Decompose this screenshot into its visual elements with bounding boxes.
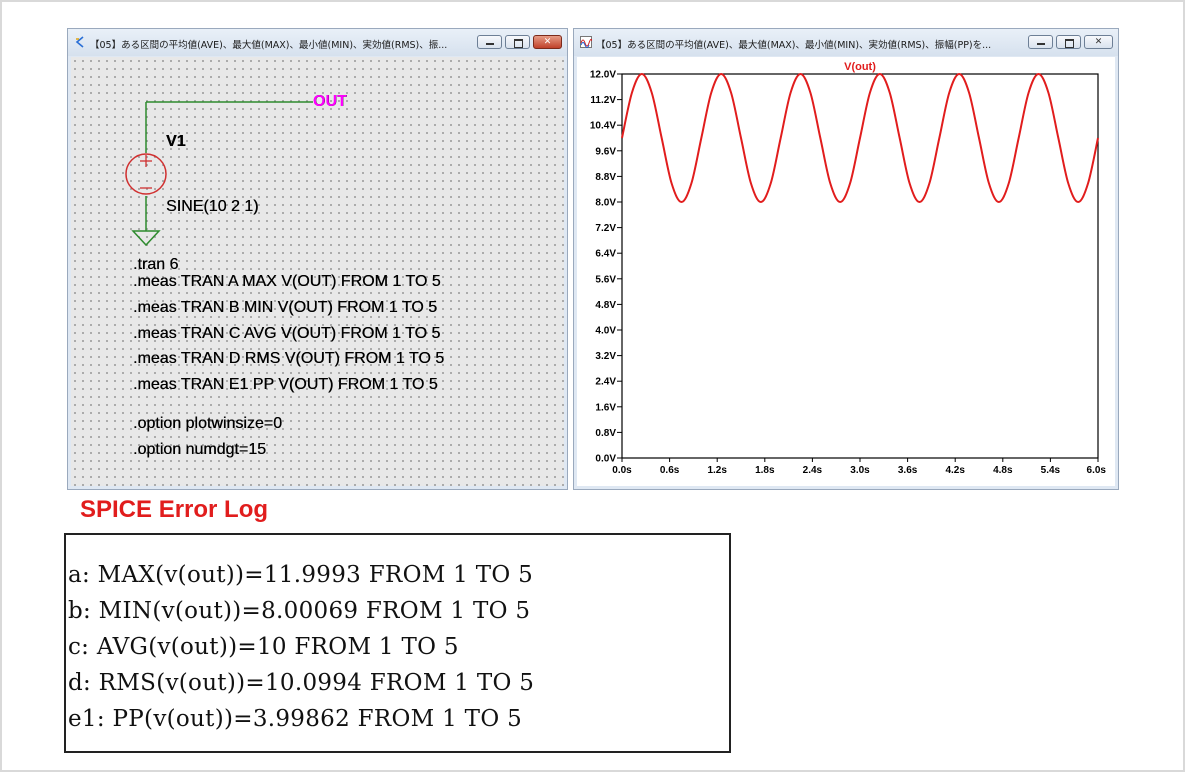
y-tick-label: 4.8V [595,300,616,311]
x-tick-label: 2.4s [803,465,823,476]
ltspice-schematic-icon [75,36,84,48]
x-tick-label: 1.2s [707,465,727,476]
x-tick-label: 5.4s [1041,465,1061,476]
minimize-icon [486,43,494,45]
waveform-window-controls: ✕ [1028,35,1113,50]
directive-meas[interactable]: .meas TRAN E1 PP V(OUT) FROM 1 TO 5 [133,376,438,394]
schematic-window-controls: ✕ [477,35,562,50]
y-tick-label: 12.0V [590,70,616,81]
close-icon: ✕ [543,37,552,47]
waveform-chart[interactable]: 0.0V 0.8V 1.6V 2.4V 3.2V 4.0V 4.8V 5.6V 6.4V 7.2V… [577,57,1117,488]
chart-title: V(out) [844,61,876,73]
waveform-window-title: 【05】ある区間の平均値(AVE)、最大値(MAX)、最小値(MIN)、実効値(… [596,40,992,51]
maximize-button[interactable] [505,35,530,49]
log-line: d: RMS(v(out))=10.0994 FROM 1 TO 5 [68,670,535,696]
close-button[interactable]: ✕ [1084,35,1113,49]
minimize-icon [1037,43,1045,45]
y-tick-label: 0.8V [595,428,616,439]
plot-area[interactable]: 0.0V 0.8V 1.6V 2.4V 3.2V 4.0V 4.8V 5.6V 6.4V 7.2V… [577,57,1115,486]
directive-option[interactable]: .option plotwinsize=0 [133,415,282,433]
y-tick-label: 7.2V [595,223,616,234]
x-tick-label: 4.2s [945,465,965,476]
x-tick-label: 0.0s [612,465,632,476]
y-tick-label: 9.6V [595,146,616,157]
y-tick-label: 10.4V [590,121,616,132]
waveform-titlebar[interactable]: 【05】ある区間の平均値(AVE)、最大値(MAX)、最小値(MIN)、実効値(… [574,29,1118,56]
minimize-button[interactable] [477,35,502,49]
y-tick-label: 8.8V [595,172,616,183]
component-name[interactable]: V1 [166,133,186,151]
series-line-vout [621,72,1099,204]
schematic-titlebar[interactable]: 【05】ある区間の平均値(AVE)、最大値(MAX)、最小値(MIN)、実効値(… [68,29,567,56]
x-tick-label: 6.0s [1087,465,1107,476]
directive-meas[interactable]: .meas TRAN C AVG V(OUT) FROM 1 TO 5 [133,325,440,343]
log-line: e1: PP(v(out))=3.99862 FROM 1 TO 5 [68,706,523,732]
voltage-source-v1[interactable] [125,153,167,195]
x-tick-label: 3.6s [898,465,918,476]
directive-meas[interactable]: .meas TRAN D RMS V(OUT) FROM 1 TO 5 [133,350,444,368]
log-line: c: AVG(v(out))=10 FROM 1 TO 5 [68,634,459,660]
x-tick-label: 0.6s [660,465,680,476]
schematic-window[interactable]: 【05】ある区間の平均値(AVE)、最大値(MAX)、最小値(MIN)、実効値(… [67,28,568,490]
component-value[interactable]: SINE(10 2 1) [166,198,258,216]
schematic-window-title: 【05】ある区間の平均値(AVE)、最大値(MAX)、最小値(MIN)、実効値(… [90,40,448,51]
y-tick-label: 4.0V [595,326,616,337]
y-tick-label: 11.2V [590,95,616,106]
net-label-out[interactable]: OUT [313,93,347,111]
schematic-canvas[interactable]: OUT V1 SINE(10 2 1) .tran 6 .meas TRAN A… [71,57,564,486]
directive-option[interactable]: .option numdgt=15 [133,441,266,459]
y-tick-label: 0.0V [595,454,616,465]
directive-tran[interactable]: .tran 6 [133,256,178,274]
directive-meas[interactable]: .meas TRAN B MIN V(OUT) FROM 1 TO 5 [133,299,437,317]
y-tick-label: 2.4V [595,377,616,388]
maximize-icon [1065,39,1074,48]
minimize-button[interactable] [1028,35,1053,49]
ltspice-waveform-icon [580,36,592,48]
ground-symbol[interactable] [131,230,161,247]
error-log-box: a: MAX(v(out))=11.9993 FROM 1 TO 5 b: MI… [64,533,731,753]
x-tick-label: 3.0s [850,465,870,476]
maximize-button[interactable] [1056,35,1081,49]
y-tick-label: 5.6V [595,274,616,285]
close-button[interactable]: ✕ [533,35,562,49]
y-tick-label: 1.6V [595,402,616,413]
log-line: b: MIN(v(out))=8.00069 FROM 1 TO 5 [68,598,531,624]
error-log-title: SPICE Error Log [80,496,269,523]
log-line: a: MAX(v(out))=11.9993 FROM 1 TO 5 [68,562,534,588]
x-tick-label: 1.8s [755,465,775,476]
close-icon: ✕ [1094,37,1103,47]
y-tick-label: 3.2V [595,351,616,362]
plot-frame [621,73,1099,459]
directive-meas[interactable]: .meas TRAN A MAX V(OUT) FROM 1 TO 5 [133,273,441,291]
y-tick-label: 6.4V [595,249,616,260]
waveform-window[interactable]: 【05】ある区間の平均値(AVE)、最大値(MAX)、最小値(MIN)、実効値(… [573,28,1119,490]
maximize-icon [514,39,523,48]
x-tick-label: 4.8s [993,465,1013,476]
y-tick-label: 8.0V [595,198,616,209]
